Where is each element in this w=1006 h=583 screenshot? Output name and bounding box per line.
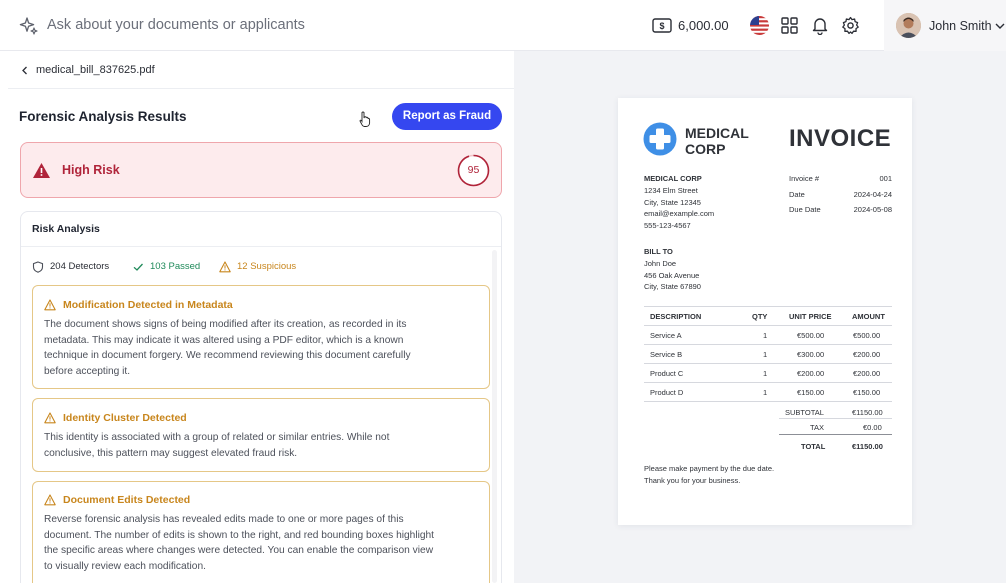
table-header-unit-price: UNIT PRICE xyxy=(789,312,832,321)
table-rule xyxy=(644,344,892,345)
company-logo-text: MEDICAL CORP xyxy=(685,125,749,157)
table-rule xyxy=(644,401,892,402)
ask-search-input[interactable]: Ask about your documents or applicants xyxy=(47,17,305,33)
warning-icon xyxy=(44,299,56,311)
passed-count: 103 Passed xyxy=(150,261,201,272)
check-icon xyxy=(133,263,143,271)
divider xyxy=(21,246,501,247)
scrollbar[interactable] xyxy=(492,250,497,583)
report-fraud-button[interactable]: Report as Fraud xyxy=(392,103,502,130)
finding-description: Reverse forensic analysis has revealed e… xyxy=(44,514,435,572)
bell-icon[interactable] xyxy=(811,16,829,35)
avatar[interactable] xyxy=(896,13,921,38)
risk-score: 95 xyxy=(467,164,480,176)
tax-label: TAX xyxy=(810,423,825,432)
warning-icon xyxy=(219,261,231,273)
pointer-cursor-icon xyxy=(359,111,371,127)
total-value: €1150.00 xyxy=(852,442,883,451)
finding-title: Modification Detected in Metadata xyxy=(63,299,233,311)
table-rule xyxy=(644,325,892,326)
invoice-notes: Please make payment by the due date. Tha… xyxy=(644,464,775,485)
invoice-heading: INVOICE xyxy=(789,125,892,152)
subtotal-label: SUBTOTAL xyxy=(785,408,824,417)
risk-analysis-title: Risk Analysis xyxy=(32,223,100,235)
table-header-amount: AMOUNT xyxy=(852,312,885,321)
table-rule xyxy=(779,418,892,419)
bill-to: BILL TO John Doe 456 Oak Avenue City, St… xyxy=(644,247,701,292)
sender-address: MEDICAL CORP 1234 Elm Street City, State… xyxy=(644,174,715,231)
table-header-description: DESCRIPTION xyxy=(650,312,702,321)
finding-description: This identity is associated with a group… xyxy=(44,432,390,459)
medical-cross-icon xyxy=(643,122,677,156)
us-flag-icon[interactable] xyxy=(750,16,769,35)
top-bar: Ask about your documents or applicants $… xyxy=(0,0,1006,51)
apps-grid-icon[interactable] xyxy=(781,17,798,34)
risk-level-label: High Risk xyxy=(62,163,120,177)
chevron-down-icon[interactable] xyxy=(995,22,1005,30)
sparkle-icon[interactable] xyxy=(19,16,39,36)
finding-description: The document shows signs of being modifi… xyxy=(44,319,411,377)
table-header-qty: QTY xyxy=(752,312,768,321)
invoice-meta: Invoice #001 Date 2024-04-24 Due Date 2024… xyxy=(789,174,892,214)
file-breadcrumb[interactable]: medical_bill_837625.pdf xyxy=(36,64,155,76)
tax-value: €0.00 xyxy=(863,423,882,432)
shield-icon xyxy=(32,261,44,273)
svg-text:$: $ xyxy=(659,21,664,31)
warning-icon xyxy=(44,412,56,424)
table-rule xyxy=(779,434,892,435)
user-name[interactable]: John Smith xyxy=(929,19,992,33)
divider xyxy=(8,88,514,89)
gear-icon[interactable] xyxy=(841,16,860,35)
page-title: Forensic Analysis Results xyxy=(19,109,187,124)
money-icon: $ xyxy=(652,18,672,33)
table-rule xyxy=(644,382,892,383)
warning-icon xyxy=(33,163,50,178)
finding-title: Identity Cluster Detected xyxy=(63,412,187,424)
subtotal-value: €1150.00 xyxy=(852,408,883,417)
finding-title: Document Edits Detected xyxy=(63,494,191,506)
warning-icon xyxy=(44,494,56,506)
table-rule xyxy=(644,306,892,307)
detectors-count: 204 Detectors xyxy=(50,261,110,272)
table-rule xyxy=(644,363,892,364)
suspicious-count: 12 Suspicious xyxy=(237,261,297,272)
account-balance: 6,000.00 xyxy=(678,18,729,33)
chevron-left-icon[interactable] xyxy=(21,66,28,75)
total-label: TOTAL xyxy=(801,442,826,451)
